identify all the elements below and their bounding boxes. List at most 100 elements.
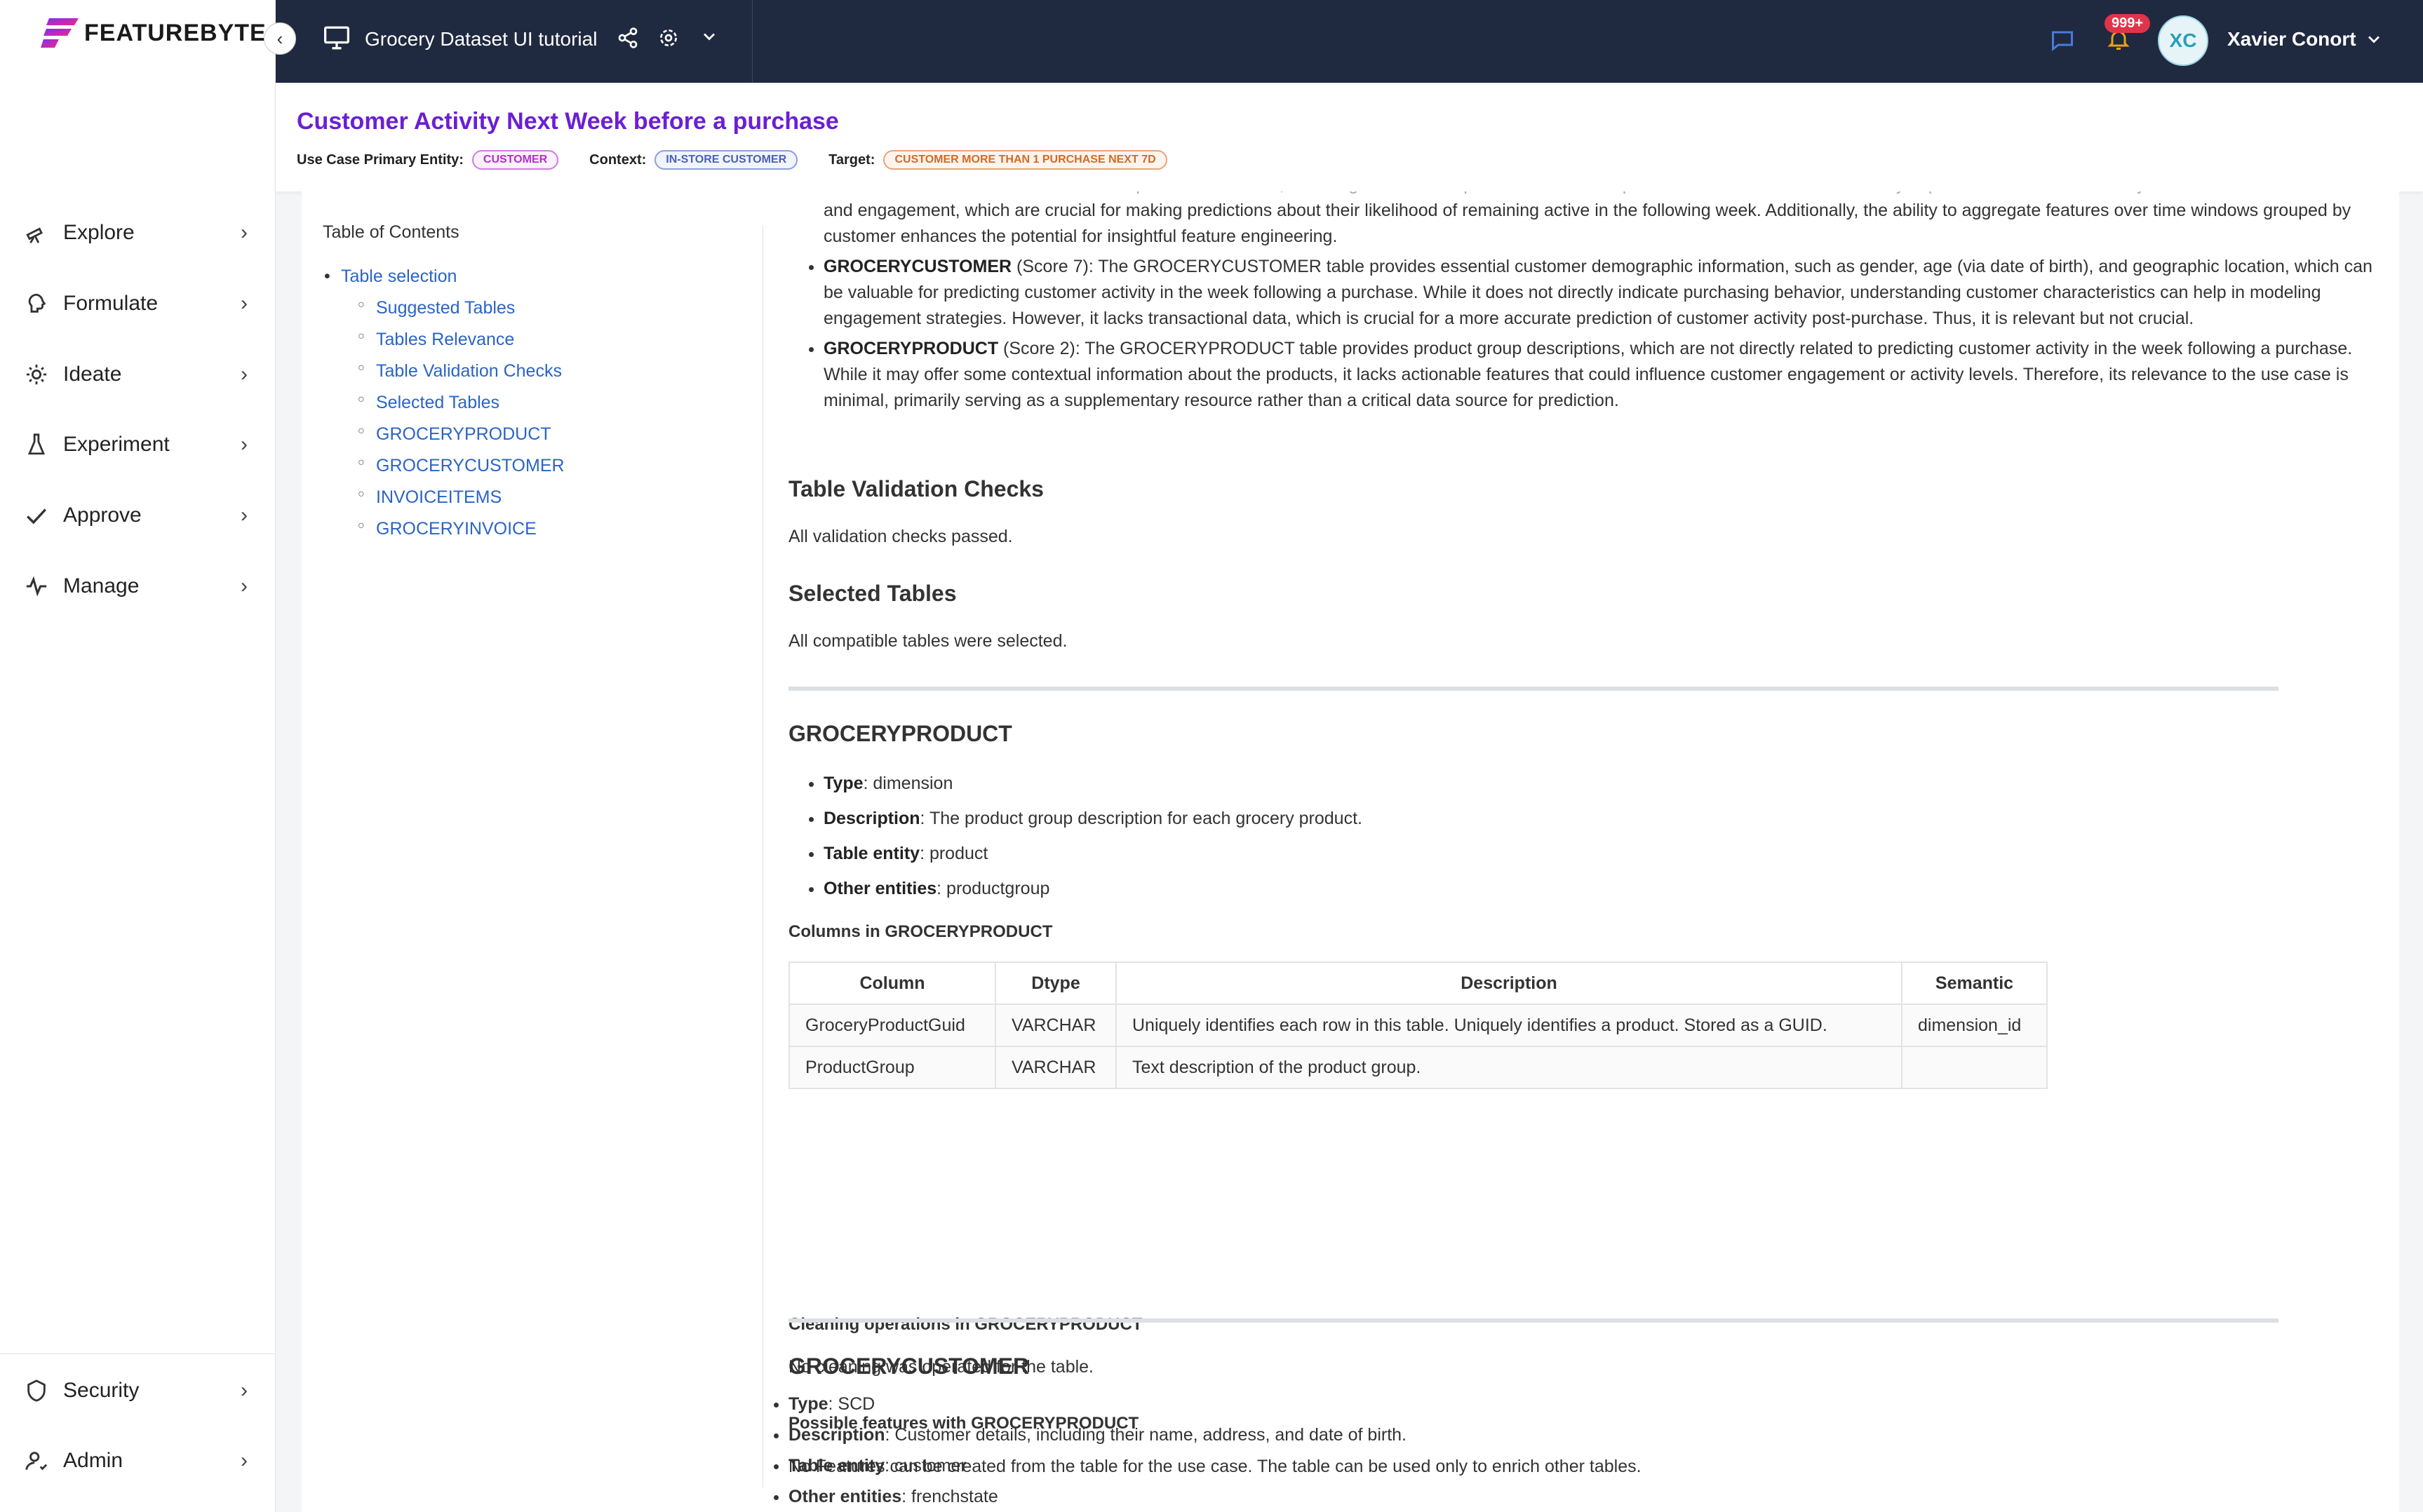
sidebar-item-admin[interactable]: Admin › [0, 1433, 276, 1489]
column-header: Column [788, 961, 996, 1005]
sidebar-item-explore[interactable]: Explore › [0, 205, 276, 261]
product-properties: Type: dimension Description: The product… [788, 768, 1362, 908]
share-icon[interactable] [617, 27, 639, 54]
context-label: Context: [589, 151, 647, 168]
property-value: : SCD [828, 1394, 875, 1414]
shield-icon [24, 1378, 49, 1403]
sidebar-item-ideate[interactable]: Ideate › [0, 346, 276, 403]
property-value: : dimension [863, 774, 953, 793]
primary-entity-badge[interactable]: CUSTOMER [471, 150, 559, 170]
section-divider [788, 687, 2278, 691]
chevron-right-icon: › [241, 433, 248, 456]
customer-properties: Type: SCD Description: Customer details,… [788, 1389, 2374, 1512]
property-item: Type: dimension [824, 768, 1362, 799]
target-label: Target: [828, 151, 875, 168]
target-badge[interactable]: CUSTOMER MORE THAN 1 PURCHASE NEXT 7D [883, 150, 1167, 170]
chat-icon[interactable] [2049, 28, 2076, 58]
section-heading: Table Validation Checks [788, 476, 1044, 501]
property-item: Description: The product group descripti… [824, 803, 1362, 834]
toc-link[interactable]: Table Validation Checks [358, 361, 744, 382]
property-item: Other entities: frenchstate [788, 1481, 2374, 1512]
sidebar-item-formulate[interactable]: Formulate › [0, 276, 276, 332]
avatar[interactable]: XC [2158, 15, 2208, 66]
table-name: GROCERYPRODUCT [824, 339, 999, 358]
sidebar-item-label: Admin [63, 1449, 123, 1472]
user-name[interactable]: Xavier Conort [2227, 28, 2356, 50]
toc-title: Table of Contents [323, 222, 459, 242]
toc-link[interactable]: INVOICEITEMS [358, 487, 744, 508]
featurebyte-logo[interactable]: FEATUREBYTE [41, 17, 267, 49]
toc-link[interactable]: GROCERYPRODUCT [358, 424, 744, 445]
top-bar: Grocery Dataset UI tutorial [276, 0, 2423, 83]
chevron-right-icon: › [241, 1449, 248, 1472]
lightbulb-icon [24, 362, 49, 387]
gear-icon[interactable] [657, 27, 680, 54]
table-cell [1901, 1046, 2048, 1089]
logo-icon [41, 18, 79, 48]
section-divider [788, 1318, 2278, 1323]
property-item: Table entity: product [824, 838, 1362, 869]
section-text: All validation checks passed. [788, 527, 1013, 546]
property-value: : product [920, 844, 988, 863]
table-row: ProductGroup VARCHAR Text description of… [788, 1046, 2048, 1089]
table-cell: Text description of the product group. [1115, 1046, 1902, 1089]
chevron-right-icon: › [241, 221, 248, 244]
primary-entity-label: Use Case Primary Entity: [297, 151, 464, 168]
report-body-lower: GROCERYCUSTOMER Type: SCD Description: C… [788, 1318, 2374, 1512]
property-label: Type [788, 1394, 828, 1414]
toc-link[interactable]: Suggested Tables [358, 298, 744, 318]
table-header-row: Column Dtype Description Semantic [788, 961, 2048, 1005]
toc-link-table-selection[interactable]: Table selection [324, 266, 744, 287]
relevance-item: GROCERYPRODUCT (Score 2): The GROCERYPRO… [824, 336, 2374, 414]
column-header: Semantic [1901, 961, 2048, 1005]
property-value: : The product group description for each… [920, 809, 1362, 828]
section-heading: GROCERYCUSTOMER [788, 1354, 1030, 1379]
sidebar-item-label: Security [63, 1379, 140, 1402]
chevron-right-icon: › [241, 574, 248, 598]
sidebar-item-label: Experiment [63, 433, 170, 456]
property-label: Description [824, 809, 920, 828]
collapse-sidebar-button[interactable]: ‹ [264, 22, 296, 55]
property-value: : customer [885, 1456, 967, 1476]
table-of-contents: Table of Contents Table selection Sugges… [323, 222, 744, 539]
column-header: Dtype [995, 961, 1117, 1005]
sidebar-item-label: Formulate [63, 292, 159, 315]
table-cell: Uniquely identifies each row in this tab… [1115, 1004, 1902, 1047]
report-card: Table of Contents Table selection Sugges… [302, 191, 2399, 1512]
property-label: Type [824, 774, 864, 793]
property-label: Table entity [788, 1456, 885, 1476]
sidebar-item-approve[interactable]: Approve › [0, 487, 276, 544]
chevron-right-icon: › [241, 504, 248, 527]
chevron-down-icon[interactable] [2364, 28, 2384, 55]
toc-link[interactable]: GROCERYINVOICE [358, 519, 744, 539]
brain-icon [24, 291, 49, 316]
sidebar-item-security[interactable]: Security › [0, 1363, 276, 1419]
sidebar-item-label: Explore [63, 221, 135, 244]
toc-link[interactable]: Tables Relevance [358, 330, 744, 350]
property-item: Table entity: customer [788, 1450, 2374, 1481]
toc-link[interactable]: Selected Tables [358, 393, 744, 413]
relevance-list: information about the customer's recent … [788, 191, 2374, 414]
chevron-right-icon: › [241, 1379, 248, 1402]
sidebar-item-manage[interactable]: Manage › [0, 558, 276, 614]
catalog-title[interactable]: Grocery Dataset UI tutorial [365, 28, 597, 50]
relevance-text: (Score 7): The GROCERYCUSTOMER table pro… [824, 257, 2372, 328]
context-badge[interactable]: IN-STORE CUSTOMER [655, 150, 798, 170]
subsection-heading: Columns in GROCERYPRODUCT [788, 922, 1053, 941]
chevron-right-icon: › [241, 292, 248, 315]
section-text: All compatible tables were selected. [788, 631, 1068, 651]
page-title: Customer Activity Next Week before a pur… [297, 108, 839, 135]
property-item: Description: Customer details, including… [788, 1419, 2374, 1450]
use-case-header: Customer Activity Next Week before a pur… [276, 83, 2423, 191]
notification-badge: 999+ [2105, 14, 2151, 33]
table-cell: VARCHAR [995, 1046, 1117, 1089]
table-row: GroceryProductGuid VARCHAR Uniquely iden… [788, 1004, 2048, 1047]
sidebar-item-label: Manage [63, 574, 140, 598]
sidebar-item-experiment[interactable]: Experiment › [0, 417, 276, 473]
chevron-down-icon[interactable] [699, 25, 719, 53]
column-header: Description [1115, 961, 1902, 1005]
table-cell: ProductGroup [788, 1046, 996, 1089]
faded-text: information about the customer's recent … [824, 191, 2374, 198]
toc-link[interactable]: GROCERYCUSTOMER [358, 456, 744, 476]
sidebar-item-label: Approve [63, 504, 142, 527]
